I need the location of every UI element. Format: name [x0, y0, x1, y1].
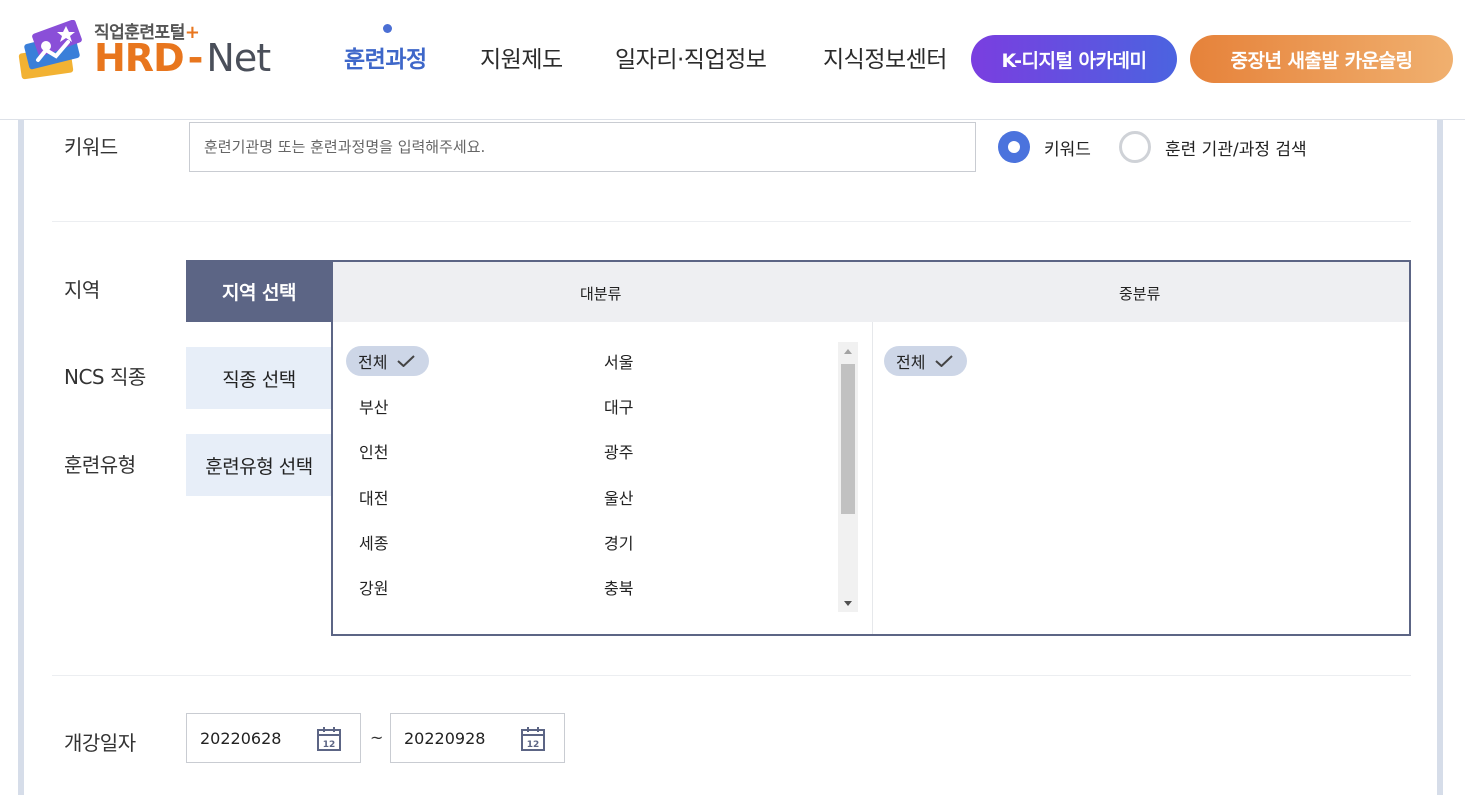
training-type-label: 훈련유형	[64, 453, 136, 477]
major-option[interactable]: 부산	[359, 391, 388, 421]
column-divider	[872, 322, 873, 634]
radio-keyword[interactable]: 키워드	[998, 131, 1091, 163]
radio-checked-icon	[998, 131, 1030, 163]
option-label: 전체	[358, 353, 388, 372]
major-option[interactable]: 인천	[359, 436, 388, 466]
keyword-input[interactable]	[189, 122, 976, 172]
nav-support-system[interactable]: 지원제도	[480, 40, 563, 74]
nav-knowledge-center[interactable]: 지식정보센터	[823, 40, 947, 74]
major-option[interactable]: 경기	[604, 527, 633, 557]
hrd-net-logo[interactable]: 직업훈련포털+ HRD - Net	[16, 14, 271, 84]
region-label: 지역	[64, 278, 100, 302]
radio-institution-course[interactable]: 훈련 기관/과정 검색	[1119, 131, 1307, 163]
svg-text:12: 12	[323, 740, 336, 750]
date-range-separator: ~	[370, 728, 384, 747]
major-category-header: 대분류	[580, 285, 622, 303]
radio-institution-course-label: 훈련 기관/과정 검색	[1165, 139, 1307, 160]
k-digital-academy-button[interactable]: K-디지털 아카데미	[971, 35, 1177, 83]
major-option[interactable]: 충북	[604, 572, 633, 602]
logo-wordmark: HRD - Net	[94, 36, 271, 80]
tab-job-select[interactable]: 직종 선택	[186, 347, 332, 409]
option-label: 전체	[896, 353, 926, 372]
major-option-all[interactable]: 전체	[346, 346, 430, 376]
tab-region-select[interactable]: 지역 선택	[186, 260, 332, 322]
keyword-label: 키워드	[64, 135, 118, 159]
calendar-icon[interactable]: 12	[520, 726, 546, 752]
site-header: 직업훈련포털+ HRD - Net 훈련과정 지원제도 일자리·직업정보 지식정보센…	[0, 0, 1465, 120]
major-option[interactable]: 강원	[359, 572, 388, 602]
region-select-panel: 대분류 중분류 전체 서울 부산 대구 인천 광주 대전 울산 세종 경기 강원…	[331, 260, 1411, 636]
midlife-counseling-button[interactable]: 중장년 새출발 카운슬링	[1190, 35, 1453, 83]
panel-header: 대분류 중분류	[333, 262, 1409, 322]
radio-keyword-label: 키워드	[1044, 139, 1091, 160]
logo-emblem-icon	[18, 20, 82, 80]
major-list-scrollbar[interactable]	[838, 342, 858, 612]
major-option[interactable]: 서울	[604, 346, 633, 376]
scroll-down-arrow-icon[interactable]	[838, 594, 858, 612]
calendar-icon[interactable]: 12	[316, 726, 342, 752]
scroll-up-arrow-icon[interactable]	[838, 342, 858, 360]
start-date-label: 개강일자	[64, 731, 136, 755]
major-option[interactable]: 대구	[604, 391, 633, 421]
major-option[interactable]: 세종	[359, 527, 388, 557]
svg-text:12: 12	[527, 740, 540, 750]
radio-unchecked-icon	[1119, 131, 1151, 163]
check-icon	[397, 355, 416, 367]
major-option[interactable]: 울산	[604, 482, 633, 512]
major-option[interactable]: 대전	[359, 482, 388, 512]
minor-category-header: 중분류	[1119, 285, 1161, 303]
divider	[52, 221, 1411, 222]
end-date-field[interactable]: 20220928 12	[390, 713, 565, 763]
minor-option-all[interactable]: 전체	[884, 346, 968, 376]
divider	[52, 675, 1411, 676]
end-date-value: 20220928	[404, 728, 486, 748]
major-option[interactable]: 광주	[604, 436, 633, 466]
tab-training-type-select[interactable]: 훈련유형 선택	[186, 434, 332, 496]
nav-job-info[interactable]: 일자리·직업정보	[615, 40, 767, 74]
check-icon	[935, 355, 954, 367]
start-date-field[interactable]: 20220628 12	[186, 713, 361, 763]
active-nav-indicator	[383, 24, 392, 33]
scroll-thumb[interactable]	[841, 364, 855, 514]
nav-training-courses[interactable]: 훈련과정	[344, 40, 427, 74]
start-date-value: 20220628	[200, 728, 282, 748]
ncs-label: NCS 직종	[64, 365, 146, 389]
